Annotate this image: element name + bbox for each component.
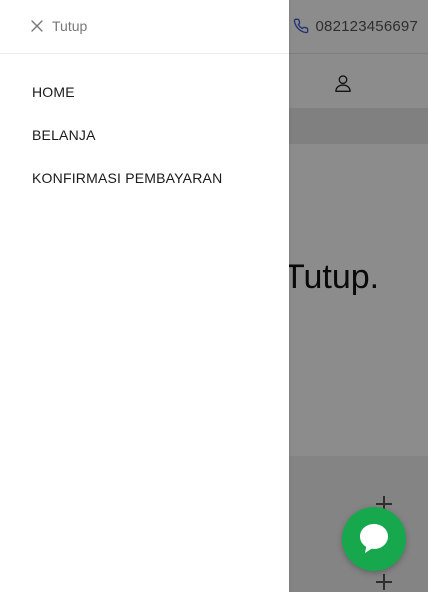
chat-icon (360, 524, 388, 553)
close-icon (31, 20, 43, 32)
menu-item-konfirmasi-pembayaran[interactable]: KONFIRMASI PEMBAYARAN (32, 156, 222, 199)
drawer-menu: HOME BELANJA KONFIRMASI PEMBAYARAN (32, 78, 222, 199)
menu-item-home[interactable]: HOME (32, 70, 222, 113)
drawer-header: Tutup (0, 0, 289, 54)
side-drawer: Tutup HOME BELANJA KONFIRMASI PEMBAYARAN (0, 0, 289, 592)
close-label: Tutup (52, 18, 88, 34)
chat-button[interactable] (342, 507, 406, 571)
close-drawer-button[interactable]: Tutup (30, 15, 87, 37)
menu-item-belanja[interactable]: BELANJA (32, 113, 222, 156)
